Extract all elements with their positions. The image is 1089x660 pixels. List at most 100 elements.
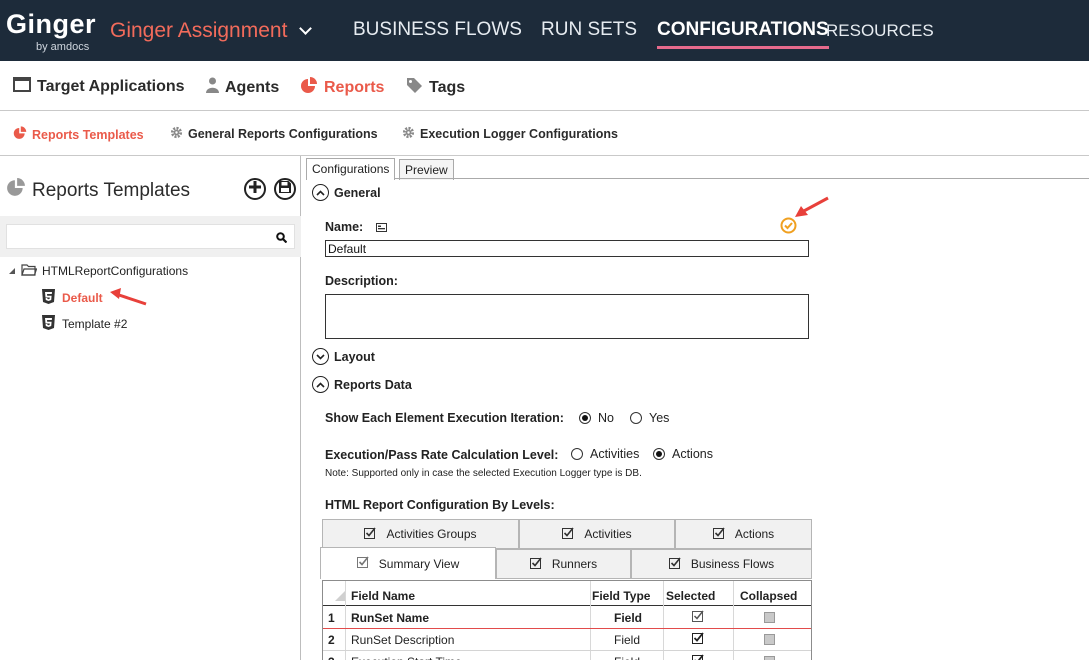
column-selected[interactable]: Selected [666, 585, 715, 606]
row-number: 1 [328, 610, 335, 625]
nav-configurations[interactable]: CONFIGURATIONS [657, 19, 829, 49]
iteration-label: Show Each Element Execution Iteration: [325, 411, 564, 425]
checkbox-checked-icon [692, 632, 704, 647]
checkbox-checked-icon [356, 556, 369, 571]
name-label: Name: [325, 220, 387, 234]
submenu-execution-logger-configurations[interactable]: Execution Logger Configurations [402, 126, 618, 142]
selected-checkbox[interactable] [692, 629, 704, 650]
gear-icon [402, 126, 415, 142]
tab-divider [306, 178, 1089, 179]
column-collapsed[interactable]: Collapsed [740, 585, 797, 606]
level-tab-activities-groups[interactable]: Activities Groups [322, 519, 519, 549]
iteration-yes-radio[interactable]: Yes [630, 411, 669, 425]
gear-icon [170, 126, 183, 142]
panel-title: Reports Templates [6, 178, 190, 203]
level-tab-activities[interactable]: Activities [519, 519, 675, 549]
chevron-down-icon[interactable] [312, 348, 329, 365]
field-type-cell: Field [614, 610, 643, 625]
description-field[interactable] [325, 294, 809, 339]
checkbox-checked-icon [529, 557, 542, 572]
collapsed-checkbox[interactable] [764, 629, 775, 650]
submenu-reports-templates[interactable]: Reports Templates [13, 126, 144, 143]
row-number: 3 [328, 651, 335, 660]
calc-actions-radio[interactable]: Actions [653, 447, 713, 461]
tree-item-template-2[interactable]: Template #2 [42, 315, 127, 333]
checkbox-unchecked-icon [764, 656, 775, 660]
level-tab-runners[interactable]: Runners [496, 549, 631, 579]
field-type-cell: Field [614, 632, 641, 647]
save-icon [279, 180, 291, 198]
solution-selector[interactable]: Ginger Assignment [110, 19, 313, 43]
chevron-up-icon[interactable] [312, 184, 329, 201]
search-icon [276, 230, 288, 248]
submenu-general-reports-configurations[interactable]: General Reports Configurations [170, 126, 378, 142]
calc-level-label: Execution/Pass Rate Calculation Level: [325, 448, 559, 462]
save-button[interactable] [274, 178, 296, 200]
section-layout[interactable]: Layout [312, 348, 375, 365]
menu-reports[interactable]: Reports [300, 77, 384, 99]
nav-business-flows[interactable]: BUSINESS FLOWS [353, 19, 522, 41]
templates-tree-panel: Reports Templates HTMLReportConfiguratio… [0, 156, 301, 660]
nav-run-sets[interactable]: RUN SETS [541, 19, 637, 41]
ginger-logo: Ginger by amdocs [6, 9, 97, 53]
grid-corner-icon [335, 590, 345, 604]
column-field-name[interactable]: Field Name [351, 585, 415, 606]
section-reports-data[interactable]: Reports Data [312, 376, 412, 393]
selected-checkbox[interactable] [692, 651, 704, 660]
calc-activities-radio[interactable]: Activities [571, 447, 639, 461]
annotation-arrow [110, 288, 147, 306]
selected-checkbox[interactable] [692, 607, 704, 628]
radio-selected-icon [579, 412, 591, 424]
window-icon [13, 77, 31, 97]
tab-configurations[interactable]: Configurations [306, 158, 396, 180]
collapse-triangle-icon[interactable] [8, 264, 16, 278]
column-field-type[interactable]: Field Type [592, 585, 650, 606]
plus-icon [249, 180, 261, 198]
add-template-button[interactable] [244, 178, 266, 200]
field-name-cell: RunSet Description [351, 632, 455, 647]
checkbox-checked-icon [692, 654, 704, 660]
collapsed-checkbox[interactable] [764, 651, 775, 660]
chevron-up-icon[interactable] [312, 376, 329, 393]
level-tab-summary-view[interactable]: Summary View [320, 547, 496, 579]
checkbox-checked-icon [668, 557, 681, 572]
name-field[interactable]: Default [325, 240, 809, 257]
level-tab-business-flows[interactable]: Business Flows [631, 549, 812, 579]
top-navigation-bar: Ginger by amdocs Ginger Assignment BUSIN… [0, 0, 1089, 61]
tree-item-default[interactable]: Default [42, 289, 103, 307]
pie-chart-icon [13, 126, 27, 143]
radio-selected-icon [653, 448, 665, 460]
id-card-icon[interactable] [375, 221, 387, 235]
menu-agents[interactable]: Agents [206, 77, 279, 98]
field-type-cell: Field [614, 651, 640, 660]
iteration-no-radio[interactable]: No [579, 411, 614, 425]
menu-target-applications[interactable]: Target Applications [13, 77, 185, 97]
table-row[interactable]: 2 RunSet Description Field [323, 629, 811, 650]
logo-subtitle: by amdocs [36, 41, 90, 53]
checkbox-checked-icon [562, 527, 574, 542]
field-name-cell: Execution Start Time [351, 651, 462, 660]
table-row[interactable]: 1 RunSet Name Field [323, 607, 811, 628]
checkbox-checked-icon [712, 527, 725, 542]
search-input[interactable] [6, 224, 295, 249]
collapsed-checkbox[interactable] [764, 607, 775, 628]
menu-tags[interactable]: Tags [406, 77, 465, 98]
level-tab-actions[interactable]: Actions [675, 519, 812, 549]
person-icon [206, 77, 219, 98]
row-number: 2 [328, 632, 335, 647]
description-label: Description: [325, 274, 398, 288]
chevron-down-icon [299, 22, 313, 35]
radio-unselected-icon [630, 412, 642, 424]
nav-resources[interactable]: RESOURCES [826, 21, 934, 41]
pie-chart-icon [300, 77, 318, 99]
section-general[interactable]: General [312, 184, 381, 201]
table-row[interactable]: 3 Execution Start Time Field [323, 651, 811, 660]
logo-text: Ginger [6, 9, 97, 39]
tag-icon [406, 77, 423, 98]
solution-name: Ginger Assignment [110, 19, 288, 42]
grid-header-row: Field Name Field Type Selected Collapsed [323, 585, 811, 606]
html5-icon [42, 289, 55, 307]
tab-preview[interactable]: Preview [399, 159, 454, 180]
levels-label: HTML Report Configuration By Levels: [325, 498, 555, 512]
tree-folder-htmlreportconfigurations[interactable]: HTMLReportConfigurations [8, 263, 188, 279]
